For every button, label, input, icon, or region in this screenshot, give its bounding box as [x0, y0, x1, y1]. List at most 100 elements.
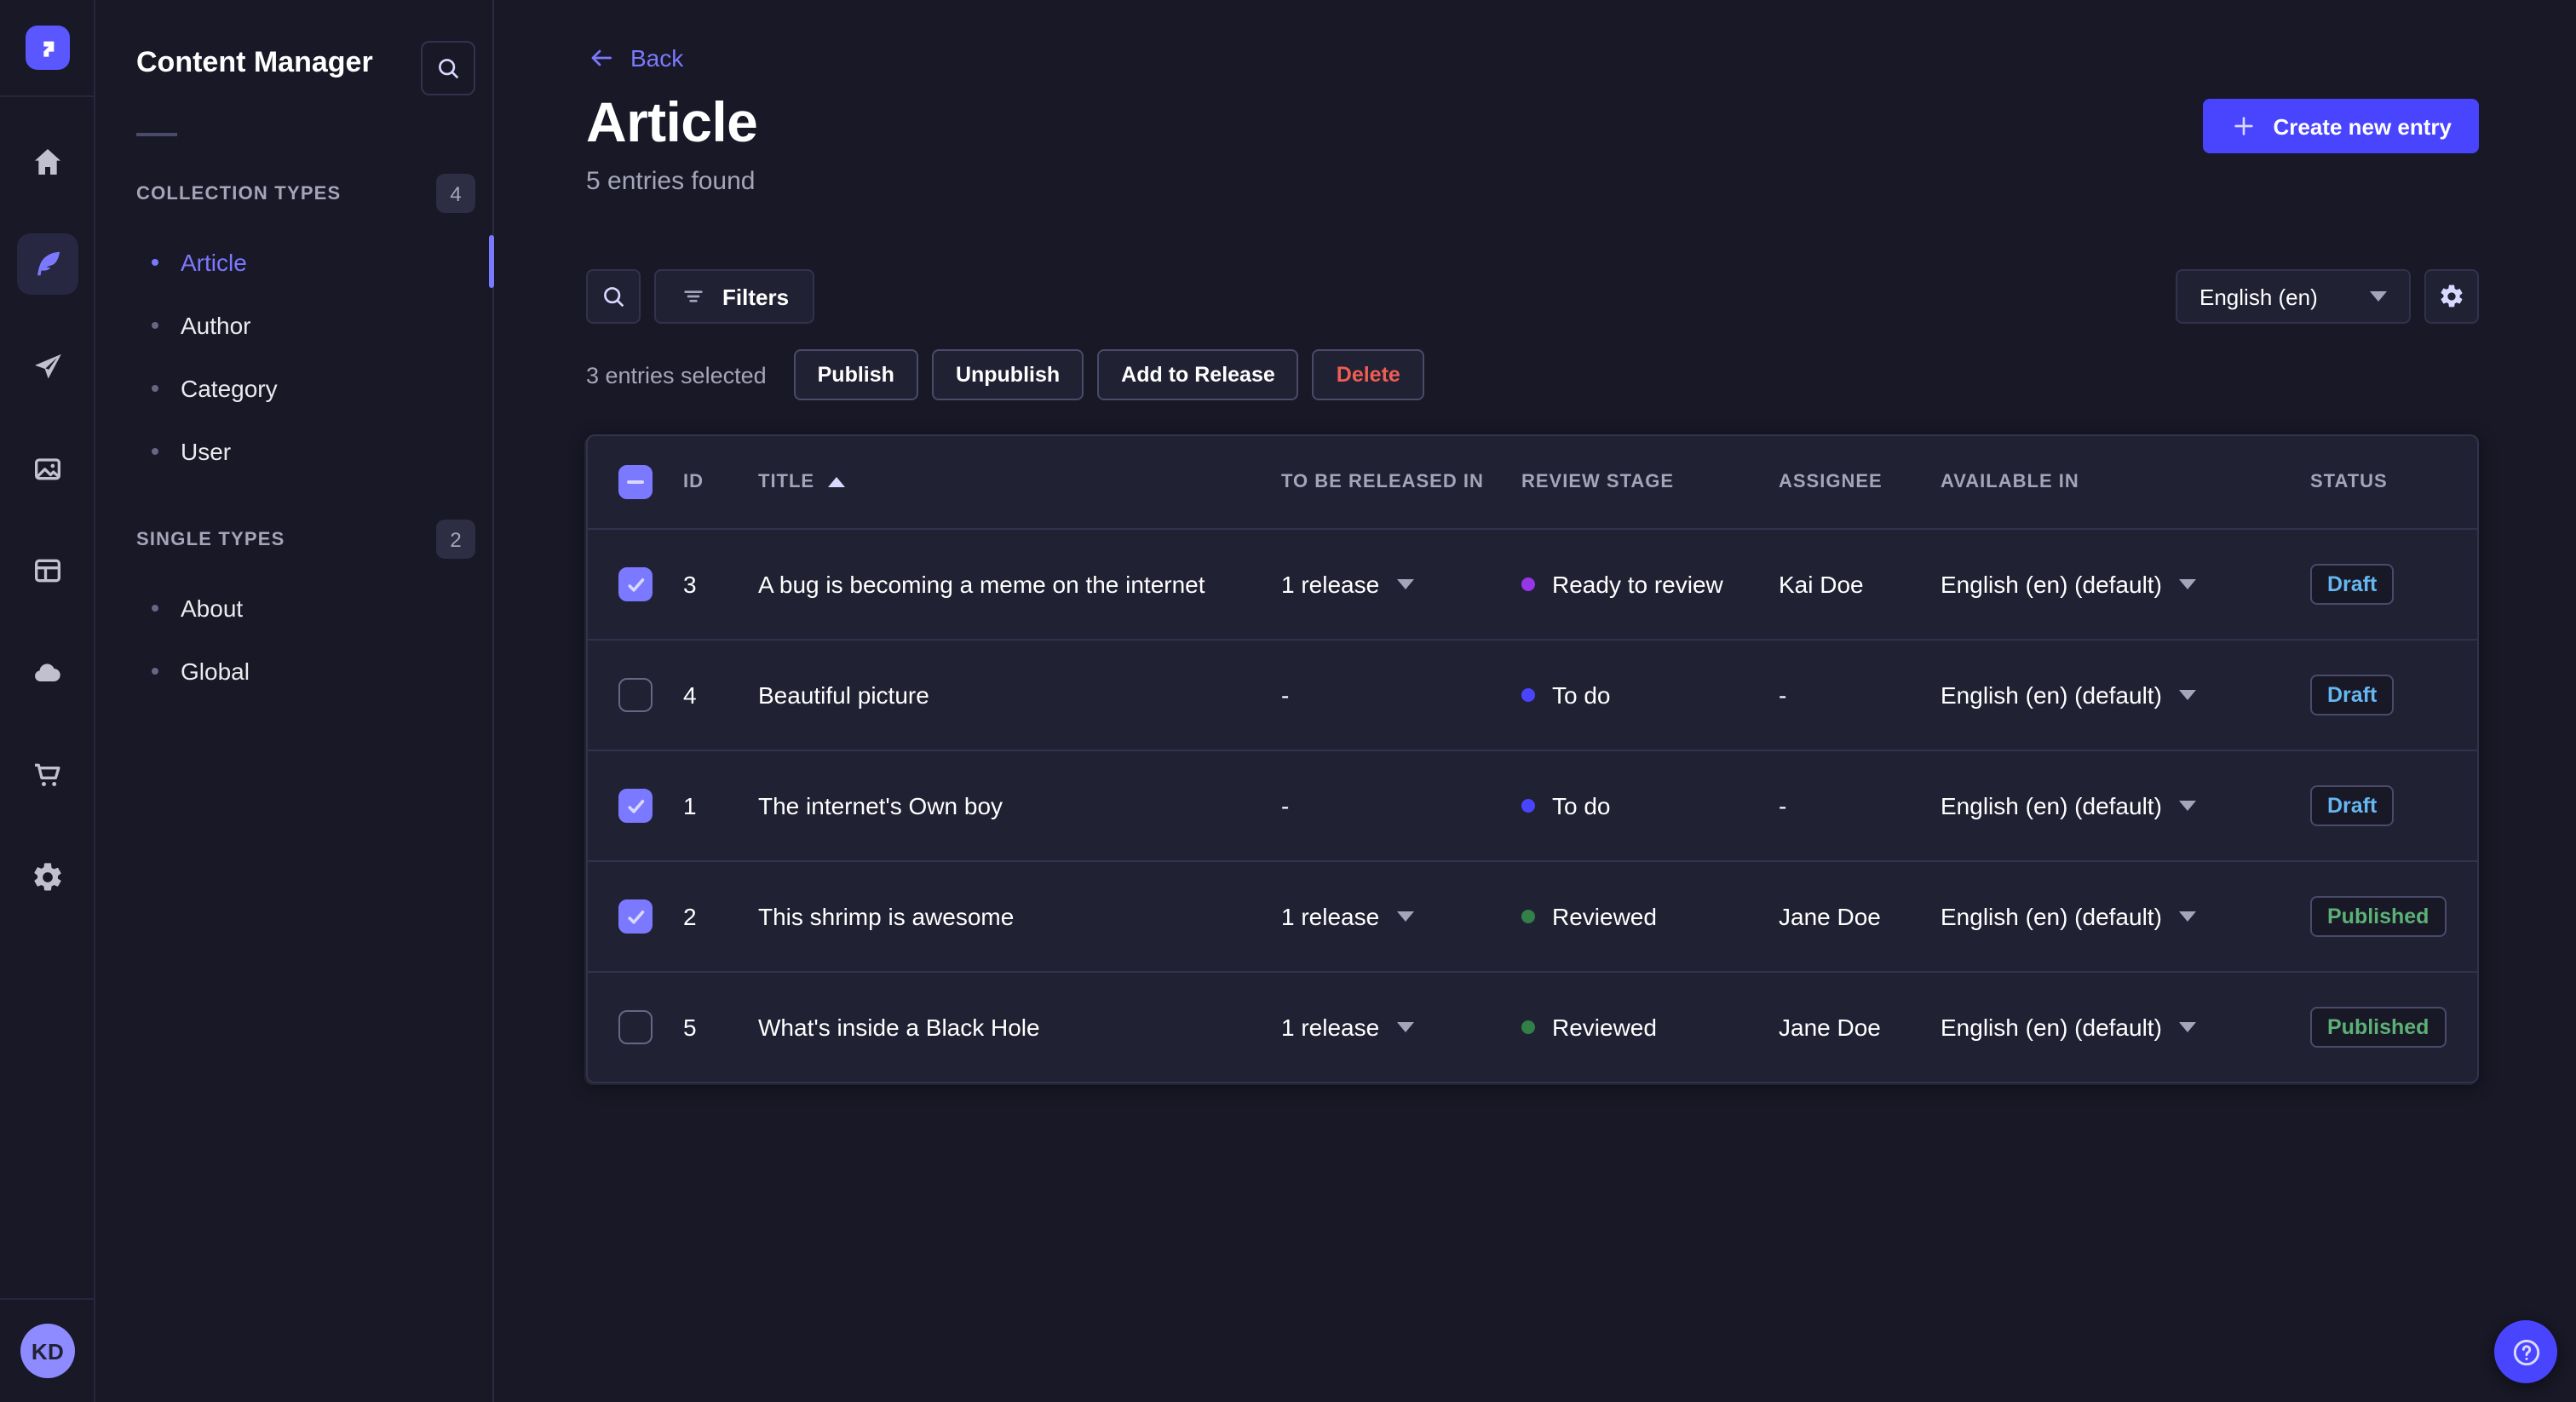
- section-count-badge: 2: [436, 520, 475, 559]
- cell-status: Published: [2310, 896, 2477, 937]
- chevron-down-icon: [2178, 911, 2196, 922]
- media-library-icon[interactable]: [16, 438, 78, 499]
- back-link[interactable]: Back: [588, 44, 683, 72]
- column-header-id[interactable]: ID: [683, 472, 758, 492]
- cell-release[interactable]: 1 release: [1281, 903, 1521, 930]
- stage-dot-icon: [1521, 1020, 1535, 1034]
- table-row[interactable]: 4 Beautiful picture - To do - English (e…: [588, 639, 2477, 750]
- cell-available-in[interactable]: English (en) (default): [1941, 792, 2310, 819]
- cell-status: Draft: [2310, 675, 2477, 715]
- chevron-down-icon: [2178, 579, 2196, 589]
- sort-asc-icon: [828, 477, 846, 487]
- column-header-available-in[interactable]: AVAILABLE IN: [1941, 472, 2310, 492]
- cell-assignee: Kai Doe: [1779, 571, 1864, 598]
- stage-dot-icon: [1521, 799, 1535, 813]
- row-checkbox[interactable]: [618, 789, 653, 823]
- home-icon[interactable]: [16, 131, 78, 192]
- help-button[interactable]: [2494, 1320, 2557, 1383]
- cell-available-in[interactable]: English (en) (default): [1941, 571, 2310, 598]
- publish-button[interactable]: Publish: [793, 349, 918, 400]
- sidebar-search-button[interactable]: [421, 41, 475, 95]
- row-checkbox[interactable]: [618, 899, 653, 934]
- active-indicator: [489, 235, 494, 288]
- cell-status: Draft: [2310, 564, 2477, 605]
- content-manager-icon[interactable]: [16, 233, 78, 295]
- gear-icon: [2441, 284, 2463, 307]
- column-header-assignee[interactable]: ASSIGNEE: [1779, 472, 1941, 492]
- selection-bar: 3 entries selected Publish Unpublish Add…: [586, 349, 1424, 400]
- column-header-review-stage[interactable]: REVIEW STAGE: [1521, 472, 1779, 492]
- search-button[interactable]: [586, 269, 641, 324]
- bullet-icon: [152, 258, 158, 265]
- page-title: Article: [586, 90, 758, 153]
- cell-available-in[interactable]: English (en) (default): [1941, 903, 2310, 930]
- settings-gear-icon[interactable]: [16, 847, 78, 908]
- locale-select[interactable]: English (en): [2176, 269, 2411, 324]
- rail-user-section: KD: [0, 1298, 95, 1402]
- table-row[interactable]: 1 The internet's Own boy - To do - Engli…: [588, 750, 2477, 860]
- cell-title: Beautiful picture: [758, 681, 929, 709]
- column-header-release[interactable]: TO BE RELEASED IN: [1281, 472, 1521, 492]
- chevron-down-icon: [1396, 911, 1414, 922]
- add-to-release-button[interactable]: Add to Release: [1097, 349, 1299, 400]
- sidebar-item-about[interactable]: About: [95, 576, 492, 639]
- cell-id: 5: [683, 1014, 697, 1041]
- cell-status: Draft: [2310, 785, 2477, 826]
- unpublish-button[interactable]: Unpublish: [931, 349, 1084, 400]
- row-checkbox[interactable]: [618, 1010, 653, 1044]
- cell-id: 2: [683, 903, 697, 930]
- bullet-icon: [152, 384, 158, 391]
- sidebar-item-author[interactable]: Author: [95, 293, 492, 356]
- cell-assignee: Jane Doe: [1779, 903, 1881, 930]
- rail-divider: [0, 95, 95, 97]
- cell-release[interactable]: -: [1281, 792, 1521, 819]
- strapi-logo[interactable]: [25, 26, 69, 70]
- cell-release[interactable]: 1 release: [1281, 1014, 1521, 1041]
- releases-icon[interactable]: [16, 336, 78, 397]
- create-new-entry-button[interactable]: Create new entry: [2203, 99, 2479, 153]
- content-type-builder-icon[interactable]: [16, 540, 78, 601]
- sidebar-item-user[interactable]: User: [95, 419, 492, 482]
- status-badge: Draft: [2310, 564, 2395, 605]
- cell-available-in[interactable]: English (en) (default): [1941, 1014, 2310, 1041]
- table-row[interactable]: 2 This shrimp is awesome 1 release Revie…: [588, 860, 2477, 971]
- list-settings-button[interactable]: [2424, 269, 2479, 324]
- cell-title: What's inside a Black Hole: [758, 1014, 1040, 1041]
- sidebar-item-global[interactable]: Global: [95, 639, 492, 702]
- avatar[interactable]: KD: [20, 1324, 75, 1378]
- stage-dot-icon: [1521, 688, 1535, 702]
- cell-review-stage: To do: [1521, 792, 1779, 819]
- cell-id: 4: [683, 681, 697, 709]
- cell-review-stage: Reviewed: [1521, 903, 1779, 930]
- cell-release[interactable]: 1 release: [1281, 571, 1521, 598]
- status-badge: Published: [2310, 896, 2447, 937]
- filters-button[interactable]: Filters: [654, 269, 815, 324]
- filter-icon: [684, 290, 703, 302]
- row-checkbox[interactable]: [618, 678, 653, 712]
- cell-available-in[interactable]: English (en) (default): [1941, 681, 2310, 709]
- cell-release[interactable]: -: [1281, 681, 1521, 709]
- stage-dot-icon: [1521, 577, 1535, 591]
- sidebar-title: Content Manager: [136, 46, 373, 78]
- section-count-badge: 4: [436, 174, 475, 213]
- select-all-checkbox[interactable]: [618, 465, 653, 499]
- marketplace-cart-icon[interactable]: [16, 744, 78, 806]
- cell-id: 1: [683, 792, 697, 819]
- cell-title: A bug is becoming a meme on the internet: [758, 571, 1205, 598]
- row-checkbox[interactable]: [618, 567, 653, 601]
- chevron-down-icon: [1396, 579, 1414, 589]
- cell-title: The internet's Own boy: [758, 792, 1003, 819]
- sidebar-item-category[interactable]: Category: [95, 356, 492, 419]
- deploy-cloud-icon[interactable]: [16, 642, 78, 704]
- table-row[interactable]: 5 What's inside a Black Hole 1 release R…: [588, 971, 2477, 1082]
- column-header-title[interactable]: TITLE: [758, 472, 1281, 492]
- cell-assignee: -: [1779, 792, 1787, 819]
- question-mark-icon: [2512, 1338, 2539, 1365]
- cell-title: This shrimp is awesome: [758, 903, 1015, 930]
- table-header-row: ID TITLE TO BE RELEASED IN REVIEW STAGE …: [588, 436, 2477, 528]
- section-label: SINGLE TYPES: [136, 529, 285, 549]
- sidebar-item-article[interactable]: Article: [95, 230, 494, 293]
- column-header-status[interactable]: STATUS: [2310, 472, 2477, 492]
- table-row[interactable]: 3 A bug is becoming a meme on the intern…: [588, 528, 2477, 639]
- delete-button[interactable]: Delete: [1312, 349, 1424, 400]
